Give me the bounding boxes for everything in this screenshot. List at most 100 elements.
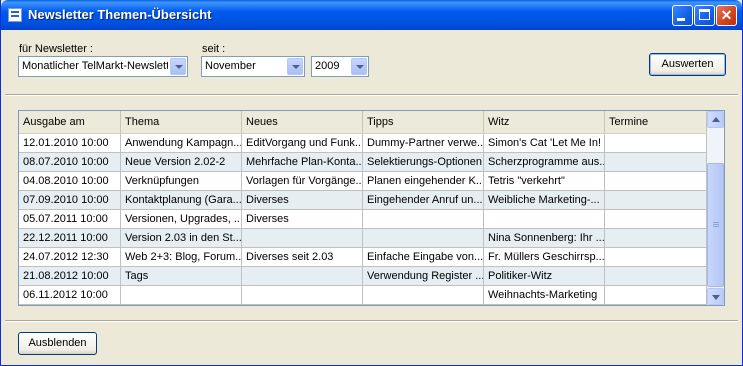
- table-row[interactable]: 05.07.2011 10:00 Versionen, Upgrades, ..…: [19, 210, 707, 229]
- table-cell: Planen eingehender K...: [363, 172, 484, 191]
- table-row[interactable]: 24.07.2012 12:30 Web 2+3: Blog, Forum...…: [19, 248, 707, 267]
- title-bar[interactable]: Newsletter Themen-Übersicht ✕: [1, 0, 742, 30]
- grip-line: [713, 224, 719, 225]
- table-cell: Dummy-Partner verwe...: [363, 134, 484, 153]
- table-cell: Selektierungs-Optionen: [363, 153, 484, 172]
- table-header: Ausgabe am Thema Neues Tipps Witz Termin…: [19, 111, 707, 134]
- table-cell: Scherzprogramme aus...: [484, 153, 605, 172]
- table-cell: [363, 286, 484, 305]
- table-cell: Weibliche Marketing-...: [484, 191, 605, 210]
- table-cell: [605, 248, 707, 267]
- table-cell: 07.09.2010 10:00: [19, 191, 121, 210]
- table-cell: Politiker-Witz: [484, 267, 605, 286]
- chevron-down-icon[interactable]: [351, 58, 367, 75]
- table-cell: [605, 172, 707, 191]
- table-cell: [605, 229, 707, 248]
- table-cell: [242, 267, 363, 286]
- table-cell: [484, 210, 605, 229]
- table-cell: Nina Sonnenberg: Ihr ...: [484, 229, 605, 248]
- hide-button[interactable]: Ausblenden: [18, 332, 97, 355]
- table-cell: Weihnachts-Marketing: [484, 286, 605, 305]
- column-header[interactable]: Termine: [605, 111, 707, 133]
- minimize-button[interactable]: [672, 5, 693, 26]
- table-cell: Diverses seit 2.03: [242, 248, 363, 267]
- table-cell: [605, 153, 707, 172]
- table-cell: [605, 134, 707, 153]
- scroll-down-button[interactable]: [707, 288, 724, 305]
- table-cell: Anwendung Kampagn...: [121, 134, 242, 153]
- table-cell: Mehrfache Plan-Konta...: [242, 153, 363, 172]
- evaluate-button[interactable]: Auswerten: [649, 53, 726, 76]
- table-row[interactable]: 08.07.2010 10:00 Neue Version 2.02-2 Meh…: [19, 153, 707, 172]
- chevron-down-icon[interactable]: [170, 58, 186, 75]
- table-cell: Tags: [121, 267, 242, 286]
- newsletter-select-value: Monatlicher TelMarkt-Newslett: [22, 60, 168, 72]
- newsletter-window: Newsletter Themen-Übersicht ✕ für Newsle…: [0, 0, 743, 366]
- column-header[interactable]: Ausgabe am: [19, 111, 121, 133]
- vertical-scrollbar[interactable]: [707, 111, 724, 305]
- table-cell: [605, 267, 707, 286]
- year-select-value: 2009: [315, 60, 340, 72]
- table-cell: Neue Version 2.02-2: [121, 153, 242, 172]
- table-cell: [605, 191, 707, 210]
- table-cell: 21.08.2012 10:00: [19, 267, 121, 286]
- table-row[interactable]: 04.08.2010 10:00 Verknüpfungen Vorlagen …: [19, 172, 707, 191]
- app-icon: [8, 8, 22, 22]
- divider: [5, 94, 738, 96]
- table-row[interactable]: 12.01.2010 10:00 Anwendung Kampagn... Ed…: [19, 134, 707, 153]
- column-header[interactable]: Neues: [242, 111, 363, 133]
- table-cell: [242, 229, 363, 248]
- grip-line: [713, 226, 719, 227]
- table-row[interactable]: 06.11.2012 10:00 Weihnachts-Marketing: [19, 286, 707, 305]
- table-cell: Einfache Eingabe von...: [363, 248, 484, 267]
- newsletter-label: für Newsletter :: [19, 43, 93, 55]
- table-cell: Tetris "verkehrt": [484, 172, 605, 191]
- table-cell: Kontaktplanung (Gara...: [121, 191, 242, 210]
- newsletter-select[interactable]: Monatlicher TelMarkt-Newslett: [18, 56, 188, 77]
- table-cell: [121, 286, 242, 305]
- table-cell: Versionen, Upgrades, ...: [121, 210, 242, 229]
- scroll-thumb[interactable]: [707, 163, 724, 287]
- column-header[interactable]: Thema: [121, 111, 242, 133]
- table-cell: [363, 229, 484, 248]
- minimize-icon: [677, 18, 685, 21]
- maximize-icon: [699, 9, 710, 20]
- year-select[interactable]: 2009: [311, 56, 369, 77]
- table-cell: [605, 210, 707, 229]
- table-cell: Verknüpfungen: [121, 172, 242, 191]
- table-cell: 05.07.2011 10:00: [19, 210, 121, 229]
- table-cell: Eingehender Anruf un...: [363, 191, 484, 210]
- scroll-up-button[interactable]: [707, 111, 724, 128]
- month-select[interactable]: November: [201, 56, 305, 77]
- maximize-button[interactable]: [694, 5, 715, 26]
- table-row[interactable]: 21.08.2012 10:00 Tags Verwendung Registe…: [19, 267, 707, 286]
- table-cell: Diverses: [242, 191, 363, 210]
- close-icon: ✕: [720, 7, 733, 23]
- table-row[interactable]: 22.12.2011 10:00 Version 2.03 in den St.…: [19, 229, 707, 248]
- column-header[interactable]: Tipps: [363, 111, 484, 133]
- chevron-up-icon: [712, 117, 720, 122]
- table-cell: Web 2+3: Blog, Forum...: [121, 248, 242, 267]
- table-cell: 24.07.2012 12:30: [19, 248, 121, 267]
- newsletter-table[interactable]: Ausgabe am Thema Neues Tipps Witz Termin…: [18, 110, 725, 306]
- column-header[interactable]: Witz: [484, 111, 605, 133]
- since-label: seit :: [202, 43, 226, 55]
- table-cell: 08.07.2010 10:00: [19, 153, 121, 172]
- table-cell: [605, 286, 707, 305]
- grip-line: [713, 222, 719, 223]
- table-cell: 12.01.2010 10:00: [19, 134, 121, 153]
- table-cell: Simon's Cat 'Let Me In!: [484, 134, 605, 153]
- table-cell: [363, 210, 484, 229]
- table-row[interactable]: 07.09.2010 10:00 Kontaktplanung (Gara...…: [19, 191, 707, 210]
- divider: [5, 320, 738, 322]
- chevron-down-icon[interactable]: [287, 58, 303, 75]
- table-cell: EditVorgang und Funk...: [242, 134, 363, 153]
- close-button[interactable]: ✕: [716, 5, 737, 26]
- table-cell: Diverses: [242, 210, 363, 229]
- table-cell: Vorlagen für Vorgänge...: [242, 172, 363, 191]
- table-cell: 06.11.2012 10:00: [19, 286, 121, 305]
- table-cell: 22.12.2011 10:00: [19, 229, 121, 248]
- table-cell: Verwendung Register ...: [363, 267, 484, 286]
- table-cell: 04.08.2010 10:00: [19, 172, 121, 191]
- chevron-down-icon: [712, 295, 720, 300]
